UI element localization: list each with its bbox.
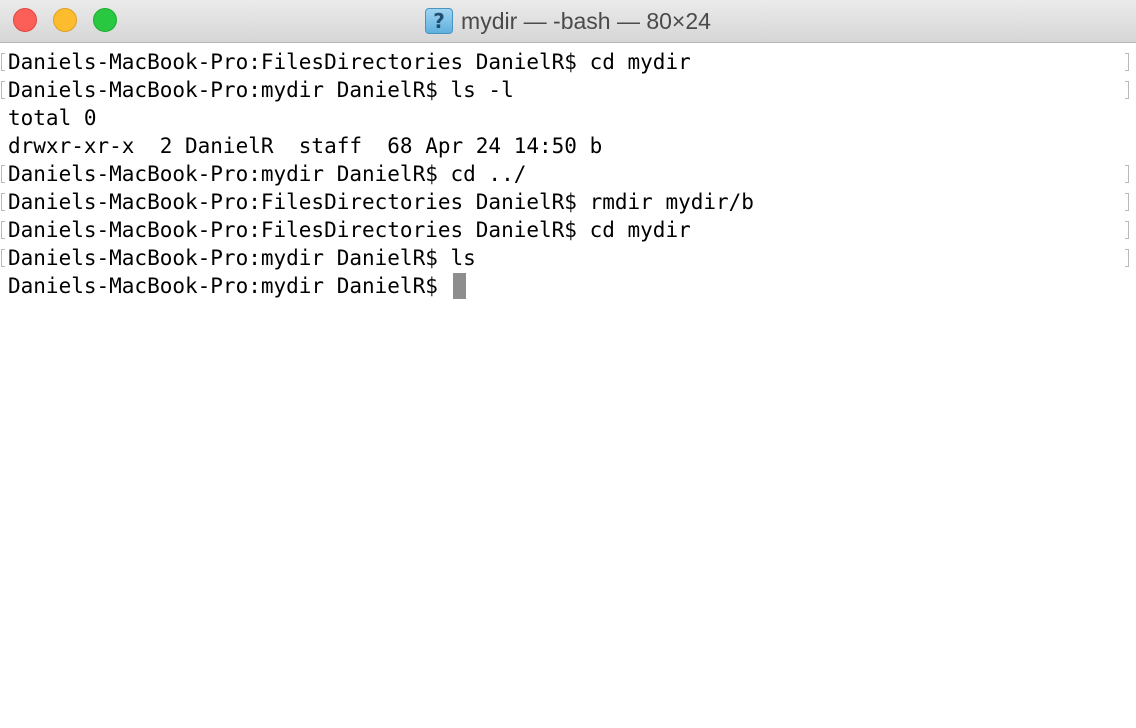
terminal-window: ? mydir — -bash — 80×24 Daniels-MacBook-…: [0, 0, 1136, 728]
terminal-line: Daniels-MacBook-Pro:FilesDirectories Dan…: [0, 48, 1136, 76]
window-title: mydir — -bash — 80×24: [461, 7, 711, 34]
text-cursor: [452, 273, 466, 299]
terminal-line-text: Daniels-MacBook-Pro:FilesDirectories Dan…: [8, 218, 691, 242]
question-document-icon[interactable]: ?: [425, 8, 454, 34]
prompt-line: Daniels-MacBook-Pro:mydir DanielR$: [0, 272, 1136, 300]
command-mark-right: [1125, 53, 1129, 71]
terminal-content[interactable]: Daniels-MacBook-Pro:FilesDirectories Dan…: [0, 48, 1136, 728]
terminal-line: Daniels-MacBook-Pro:mydir DanielR$ cd ..…: [0, 160, 1136, 188]
window-title-area: ? mydir — -bash — 80×24: [0, 0, 1136, 42]
terminal-line: Daniels-MacBook-Pro:mydir DanielR$ ls: [0, 244, 1136, 272]
terminal-line-text: Daniels-MacBook-Pro:FilesDirectories Dan…: [8, 50, 691, 74]
terminal-line: drwxr-xr-x 2 DanielR staff 68 Apr 24 14:…: [0, 132, 1136, 160]
command-mark-left: [1, 249, 5, 267]
terminal-line: Daniels-MacBook-Pro:FilesDirectories Dan…: [0, 216, 1136, 244]
terminal-line-text: Daniels-MacBook-Pro:FilesDirectories Dan…: [8, 190, 754, 214]
command-mark-right: [1125, 249, 1129, 267]
command-mark-right: [1125, 165, 1129, 183]
command-mark-left: [1, 53, 5, 71]
terminal-line: total 0: [0, 104, 1136, 132]
terminal-line-text: Daniels-MacBook-Pro:mydir DanielR$: [8, 274, 451, 298]
command-mark-left: [1, 165, 5, 183]
command-mark-left: [1, 81, 5, 99]
command-mark-right: [1125, 221, 1129, 239]
command-mark-left: [1, 193, 5, 211]
terminal-line: Daniels-MacBook-Pro:mydir DanielR$ ls -l: [0, 76, 1136, 104]
question-glyph: ?: [433, 9, 445, 33]
terminal-line-text: Daniels-MacBook-Pro:mydir DanielR$ ls: [8, 246, 476, 270]
command-mark-right: [1125, 81, 1129, 99]
title-bar[interactable]: ? mydir — -bash — 80×24: [0, 0, 1136, 43]
command-mark-right: [1125, 193, 1129, 211]
command-mark-left: [1, 221, 5, 239]
terminal-line-text: total 0: [8, 106, 97, 130]
terminal-line-text: Daniels-MacBook-Pro:mydir DanielR$ ls -l: [8, 78, 514, 102]
terminal-line: Daniels-MacBook-Pro:FilesDirectories Dan…: [0, 188, 1136, 216]
terminal-line-text: Daniels-MacBook-Pro:mydir DanielR$ cd ..…: [8, 162, 527, 186]
terminal-line-text: drwxr-xr-x 2 DanielR staff 68 Apr 24 14:…: [8, 134, 603, 158]
